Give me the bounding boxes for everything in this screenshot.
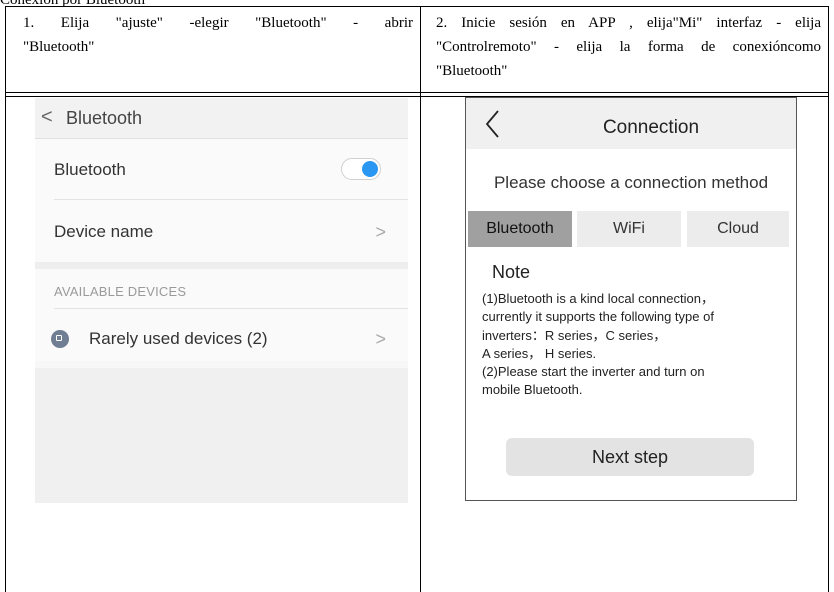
available-devices-heading: AVAILABLE DEVICES <box>54 284 187 299</box>
settings-divider <box>54 199 408 200</box>
table-border-left <box>5 6 6 592</box>
chevron-right-icon: > <box>375 222 386 242</box>
connection-prompt: Please choose a connection method <box>493 173 769 192</box>
bluetooth-settings-screenshot: < Bluetooth Bluetooth Device name > AVAI… <box>35 98 408 503</box>
section-gap <box>35 262 408 269</box>
chevron-right-icon: > <box>375 329 386 349</box>
table-border-top <box>5 6 829 7</box>
empty-list-area <box>35 368 408 503</box>
bluetooth-label: Bluetooth <box>54 160 126 179</box>
step-2-text: 2. Inicie sesión en APP , elija"Mi" inte… <box>436 11 821 83</box>
step-1-line-2: "Bluetooth" <box>23 39 95 55</box>
connection-title: Connection <box>602 117 700 138</box>
rare-devices-label: Rarely used devices (2) <box>89 329 268 348</box>
back-chevron-icon[interactable]: < <box>41 105 53 129</box>
settings-header: < Bluetooth <box>35 98 408 139</box>
next-step-button[interactable]: Next step <box>506 438 754 476</box>
step-2-line-1: 2. Inicie sesión en APP , elija"Mi" inte… <box>436 15 821 31</box>
settings-divider <box>54 308 408 309</box>
connection-header: Connection <box>466 98 796 149</box>
step-1-text: 1. Elija "ajuste" -elegir "Bluetooth" - … <box>23 11 413 59</box>
tutorial-page: Conexión por Bluetooth 1. Elija "ajuste"… <box>0 0 834 592</box>
rare-devices-row[interactable]: Rarely used devices (2) > <box>35 328 408 358</box>
note-heading: Note <box>492 262 531 282</box>
app-connection-screenshot: Connection Please choose a connection me… <box>465 97 797 501</box>
bluetooth-toggle[interactable] <box>341 158 381 180</box>
step-2-line-3: "Bluetooth" <box>436 63 508 79</box>
tab-wifi[interactable]: WiFi <box>577 211 681 247</box>
note-line: (1)Bluetooth is a kind local connection， <box>482 291 714 306</box>
note-line: currently it supports the following type… <box>482 309 714 325</box>
table-border-right <box>828 6 829 592</box>
note-line: inverters：R series，C series， <box>482 327 667 343</box>
tab-bluetooth[interactable]: Bluetooth <box>468 211 572 247</box>
settings-title: Bluetooth <box>66 108 143 128</box>
note-body: (1)Bluetooth is a kind local connection，… <box>482 290 784 400</box>
tab-cloud[interactable]: Cloud <box>687 211 789 247</box>
table-border-center <box>420 6 421 592</box>
device-name-row[interactable]: Device name > <box>35 219 408 249</box>
device-name-label: Device name <box>54 222 154 241</box>
step-1-line-1: 1. Elija "ajuste" -elegir "Bluetooth" - … <box>23 15 413 31</box>
toggle-knob-icon <box>362 161 378 177</box>
table-border-middle <box>5 92 829 93</box>
note-line: A series， H series. <box>482 345 597 361</box>
note-line: (2)Please start the inverter and turn on <box>482 364 705 380</box>
note-line: mobile Bluetooth. <box>482 382 583 398</box>
step-2-line-2: "Controlremoto" - elija la forma de cone… <box>436 39 821 55</box>
